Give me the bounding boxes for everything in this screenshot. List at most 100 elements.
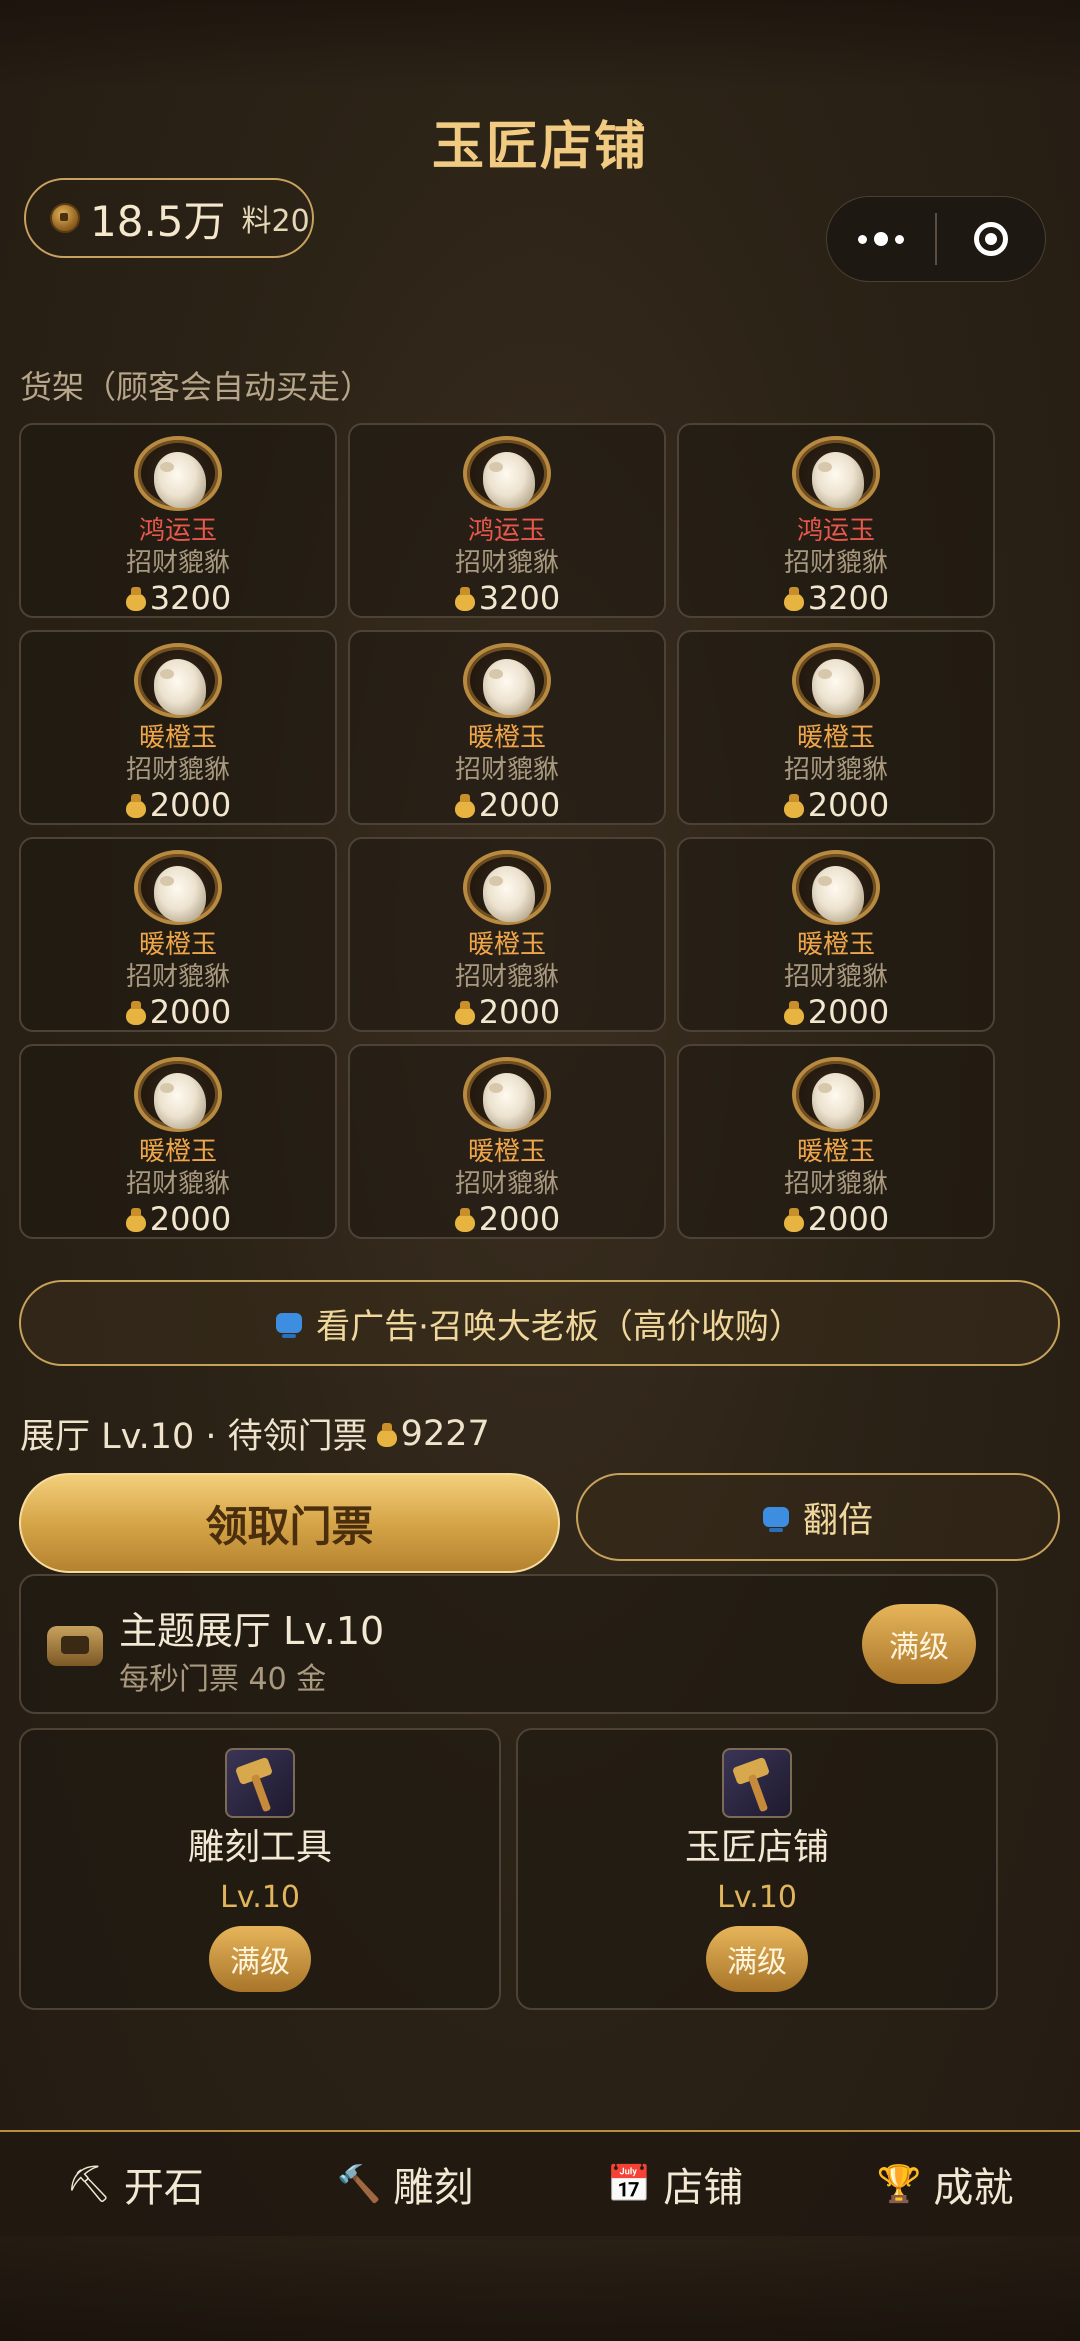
jade-price: 2000 <box>454 994 560 1030</box>
pixiu-jade-image <box>463 436 551 511</box>
shelf-grid: 鸿运玉 招财貔貅 3200 鸿运玉 招财貔貅 3200 鸿运玉 招财貔貅 320… <box>19 423 999 1239</box>
shelf-slot[interactable]: 暖橙玉 招财貔貅 2000 <box>348 1044 666 1239</box>
jade-name: 招财貔貅 <box>454 548 559 578</box>
money-bag-icon <box>125 585 147 611</box>
shelf-slot[interactable]: 鸿运玉 招财貔貅 3200 <box>19 423 337 618</box>
double-reward-button[interactable]: 翻倍 <box>576 1473 1060 1561</box>
money-bag-icon <box>454 999 476 1025</box>
pixiu-jade-image <box>792 436 880 511</box>
pixiu-jade-image <box>134 1057 222 1132</box>
jade-grade: 鸿运玉 <box>796 516 875 546</box>
upgrade-max-button[interactable]: 满级 <box>209 1926 311 1992</box>
tv-icon <box>276 1313 303 1338</box>
money-bag-icon <box>783 1206 805 1232</box>
shelf-slot[interactable]: 暖橙玉 招财貔貅 2000 <box>677 837 995 1032</box>
bottom-tab-bar: ⛏ 开石 🔨 雕刻 📅 店铺 🏆 成就 <box>0 2130 1080 2236</box>
upgrade-level: Lv.10 <box>220 1880 300 1915</box>
money-bag-icon <box>454 585 476 611</box>
jade-name: 招财貔貅 <box>454 962 559 992</box>
jade-grade: 暖橙玉 <box>138 1137 217 1167</box>
pixiu-jade-image <box>134 643 222 718</box>
jade-price: 2000 <box>783 994 889 1030</box>
dot-icon <box>895 234 904 244</box>
tab-label: 开石 <box>123 2165 204 2211</box>
dot-icon <box>858 234 867 244</box>
money-bag-icon <box>454 1206 476 1232</box>
jade-price: 3200 <box>454 580 560 616</box>
tab-carve[interactable]: 🔨 雕刻 <box>270 2132 540 2236</box>
jade-name: 招财貔貅 <box>783 962 888 992</box>
coin-icon <box>50 203 80 233</box>
jade-grade: 暖橙玉 <box>796 723 875 753</box>
tv-icon <box>762 1507 789 1532</box>
shelf-slot[interactable]: 暖橙玉 招财貔貅 2000 <box>677 630 995 825</box>
watch-ad-summon-boss-button[interactable]: 看广告·召唤大老板（高价收购） <box>19 1280 1060 1366</box>
jade-grade: 鸿运玉 <box>138 516 217 546</box>
jade-name: 招财貔貅 <box>125 548 230 578</box>
theme-hall-max-button[interactable]: 满级 <box>862 1604 976 1684</box>
shelf-slot[interactable]: 暖橙玉 招财貔貅 2000 <box>677 1044 995 1239</box>
double-label: 翻倍 <box>802 1500 873 1541</box>
upgrade-name: 玉匠店铺 <box>684 1827 829 1868</box>
theme-hall-income: 每秒门票 40 金 <box>119 1662 327 1697</box>
trophy-icon: 🏆 <box>876 2164 922 2205</box>
tab-label: 成就 <box>933 2165 1014 2211</box>
pending-tickets: 9227 <box>400 1413 490 1454</box>
shelf-slot[interactable]: 暖橙玉 招财貔貅 2000 <box>19 1044 337 1239</box>
tab-label: 店铺 <box>663 2165 744 2211</box>
material-count: 料20 <box>241 204 310 239</box>
close-mini-program-button[interactable] <box>937 222 1045 256</box>
jade-name: 招财貔貅 <box>454 1169 559 1199</box>
ad-button-label: 看广告·召唤大老板（高价收购） <box>316 1306 803 1347</box>
shelf-slot[interactable]: 鸿运玉 招财貔貅 3200 <box>677 423 995 618</box>
money-bag-icon <box>125 792 147 818</box>
tab-shop[interactable]: 📅 店铺 <box>540 2132 810 2236</box>
jade-name: 招财貔貅 <box>125 1169 230 1199</box>
coin-amount: 18.5万 <box>90 196 226 246</box>
jade-price: 2000 <box>454 787 560 823</box>
pixiu-jade-image <box>792 850 880 925</box>
pixiu-jade-image <box>792 643 880 718</box>
jade-price: 3200 <box>783 580 889 616</box>
hammer-tool-icon <box>722 1748 792 1818</box>
more-menu-button[interactable] <box>827 232 935 246</box>
bottom-decoration <box>0 2240 1080 2341</box>
jade-price: 2000 <box>125 787 231 823</box>
upgrade-level: Lv.10 <box>717 1880 797 1915</box>
shelf-slot[interactable]: 鸿运玉 招财貔貅 3200 <box>348 423 666 618</box>
pixiu-jade-image <box>463 643 551 718</box>
dot-icon <box>874 232 888 246</box>
jade-price: 2000 <box>454 1201 560 1237</box>
theme-hall-title: 主题展厅 Lv.10 <box>119 1609 385 1653</box>
calendar-icon: 📅 <box>606 2164 652 2205</box>
target-icon <box>974 222 1008 256</box>
wallet-badge: 18.5万 料20 <box>24 178 314 258</box>
tab-open-stone[interactable]: ⛏ 开石 <box>0 2132 270 2236</box>
upgrade-max-button[interactable]: 满级 <box>706 1926 808 1992</box>
jade-price: 2000 <box>783 1201 889 1237</box>
theme-hall-card: 主题展厅 Lv.10 每秒门票 40 金 满级 <box>19 1574 998 1714</box>
pixiu-jade-image <box>792 1057 880 1132</box>
jade-name: 招财貔貅 <box>125 962 230 992</box>
money-bag-icon <box>454 792 476 818</box>
tab-achievements[interactable]: 🏆 成就 <box>810 2132 1080 2236</box>
shelf-slot[interactable]: 暖橙玉 招财貔貅 2000 <box>348 630 666 825</box>
jade-grade: 暖橙玉 <box>467 1137 546 1167</box>
money-bag-icon <box>783 999 805 1025</box>
claim-tickets-button[interactable]: 领取门票 <box>19 1473 560 1573</box>
upgrade-card-jade-shop: 玉匠店铺 Lv.10 满级 <box>516 1728 998 2010</box>
jade-price: 2000 <box>783 787 889 823</box>
hall-status: 展厅 Lv.10 · 待领门票 9227 <box>20 1408 490 1459</box>
jade-grade: 暖橙玉 <box>138 930 217 960</box>
shelf-slot[interactable]: 暖橙玉 招财貔貅 2000 <box>19 837 337 1032</box>
hammer-tool-icon <box>225 1748 295 1818</box>
tab-label: 雕刻 <box>393 2165 474 2211</box>
jade-price: 2000 <box>125 994 231 1030</box>
jade-name: 招财貔貅 <box>783 548 888 578</box>
jade-grade: 暖橙玉 <box>467 723 546 753</box>
money-bag-icon <box>125 999 147 1025</box>
jade-name: 招财貔貅 <box>783 1169 888 1199</box>
shelf-slot[interactable]: 暖橙玉 招财貔貅 2000 <box>348 837 666 1032</box>
pixiu-jade-image <box>463 850 551 925</box>
shelf-slot[interactable]: 暖橙玉 招财貔貅 2000 <box>19 630 337 825</box>
